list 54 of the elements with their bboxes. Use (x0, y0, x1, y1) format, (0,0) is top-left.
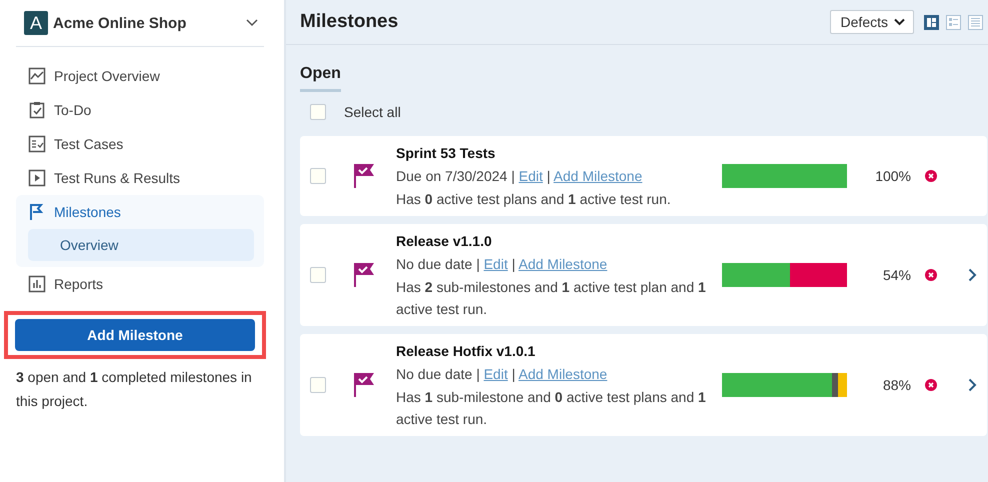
checklist-icon (28, 135, 46, 153)
flag-icon (352, 262, 376, 288)
milestone-summary: Has 2 sub-milestones and 1 active test plan and 1 active test run. (396, 278, 707, 319)
add-milestone-button[interactable]: Add Milestone (15, 319, 255, 351)
due-date: Due on 7/30/2024 (396, 168, 508, 184)
nav-item[interactable]: To-Do (16, 93, 264, 127)
separator: | (476, 256, 480, 272)
nav-item[interactable]: Project Overview (16, 59, 264, 93)
milestone-name[interactable]: Sprint 53 Tests (396, 142, 716, 165)
close-icon[interactable] (925, 379, 937, 391)
page-title: Milestones (300, 11, 400, 33)
milestone-name[interactable]: Release Hotfix v1.0.1 (396, 340, 716, 363)
separator: | (476, 366, 480, 382)
close-icon[interactable] (925, 269, 937, 281)
checkbox[interactable] (310, 377, 326, 393)
checkbox[interactable] (310, 267, 326, 283)
milestone-summary: 3 open and 1 completed milestones in this project. (16, 368, 253, 411)
progress-percent: 100% (874, 168, 911, 184)
project-name[interactable]: Acme Online Shop (53, 14, 246, 32)
progress-percent: 54% (882, 267, 911, 283)
flag-icon (28, 203, 46, 221)
checkbox[interactable] (310, 104, 326, 120)
flag-icon (352, 163, 376, 189)
separator: | (546, 168, 550, 184)
separator: | (512, 256, 516, 272)
separator: | (511, 168, 515, 184)
project-logo: A (24, 11, 48, 35)
nav-item[interactable]: Test Runs & Results (16, 161, 264, 195)
milestone-summary: Has 0 active test plans and 1 active test run. (396, 190, 672, 209)
chevron-right-icon[interactable] (968, 268, 977, 282)
nav-item[interactable]: Test Cases (16, 127, 264, 161)
due-date: No due date (396, 256, 472, 272)
section-title: Open (300, 65, 341, 92)
nav-item[interactable]: Milestones (16, 195, 264, 229)
due-date: No due date (396, 366, 472, 382)
board-view-icon[interactable] (924, 14, 939, 30)
nav-item[interactable]: Reports (16, 267, 264, 301)
select-all-label: Select all (344, 104, 401, 120)
chevron-right-icon[interactable] (968, 378, 977, 392)
chevron-down-icon (894, 18, 905, 26)
clipboard-check-icon (28, 101, 46, 119)
progress-percent: 88% (882, 377, 911, 393)
play-icon (28, 169, 46, 187)
milestone-summary: Has 1 sub-milestone and 0 active test plans and 1 active test run. (396, 388, 707, 429)
chevron-down-icon[interactable] (246, 19, 258, 27)
flag-icon (352, 372, 376, 398)
close-icon[interactable] (925, 170, 937, 182)
line-chart-icon (28, 67, 46, 85)
milestone-name[interactable]: Release v1.1.0 (396, 230, 716, 253)
bar-chart-icon (28, 275, 46, 293)
checkbox[interactable] (310, 168, 326, 184)
defects-dropdown[interactable]: Defects (830, 10, 914, 34)
separator: | (512, 366, 516, 382)
nav-subitem[interactable]: Overview (28, 229, 254, 261)
